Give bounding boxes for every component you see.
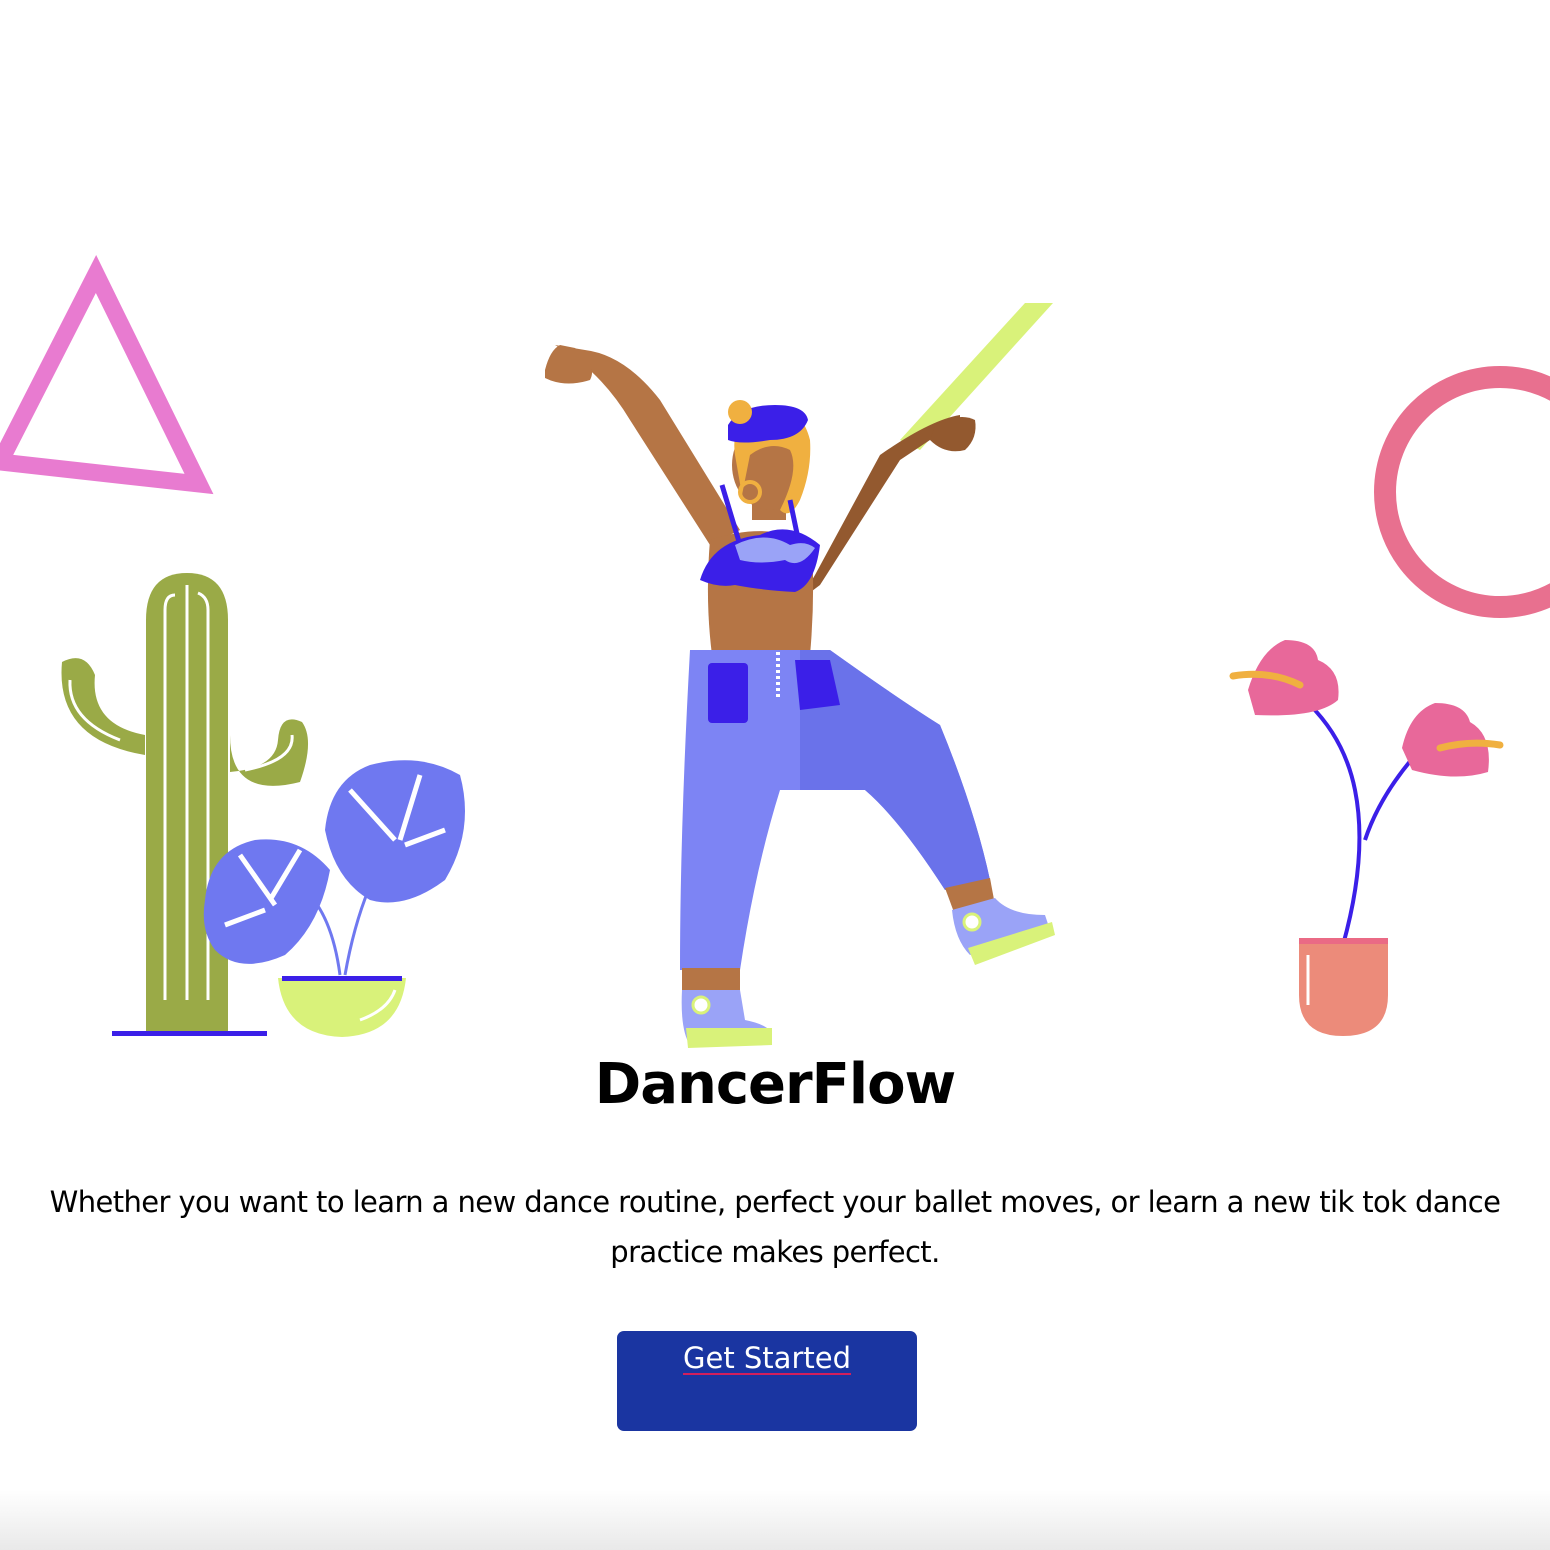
get-started-label: Get Started [683, 1341, 851, 1375]
hero-illustration [0, 255, 1550, 1048]
monstera-plant [203, 760, 465, 1037]
ring-shape [1374, 366, 1550, 618]
tagline-text: Whether you want to learn a new dance ro… [49, 1185, 1501, 1269]
cactus [61, 573, 309, 1036]
bottom-fade [0, 1490, 1550, 1550]
app-title: DancerFlow [594, 1052, 957, 1117]
get-started-button[interactable]: Get Started [617, 1331, 917, 1431]
anthurium-plant [1229, 640, 1504, 1036]
stripe-shape [900, 303, 1053, 450]
triangle-shape [0, 255, 214, 495]
dancer-figure [545, 345, 1055, 1048]
